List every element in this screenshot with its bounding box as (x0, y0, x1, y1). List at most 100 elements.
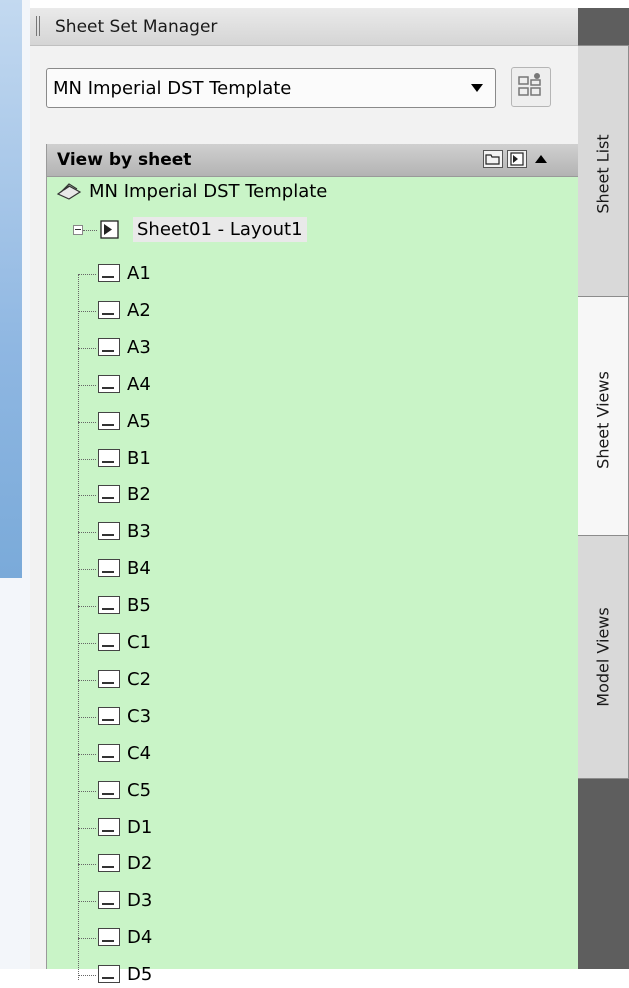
tree-connector (78, 310, 96, 312)
tree-view-label: C2 (127, 668, 152, 690)
sheet-set-icon (56, 183, 82, 200)
tree-connector (78, 901, 96, 903)
view-icon (98, 337, 120, 356)
view-icon (98, 780, 120, 799)
tree-connector (78, 716, 96, 718)
tree-connector (78, 643, 96, 644)
palette-title-bar[interactable]: Sheet Set Manager (30, 8, 578, 46)
tree-connector (78, 421, 96, 423)
tree-view-item[interactable]: B4 (78, 556, 378, 582)
sheet-tree-panel: View by sheet MN Imperial DST Template S… (46, 144, 579, 985)
tree-view-item[interactable]: D5 (78, 962, 378, 988)
tree-connector (78, 274, 96, 275)
background-left (0, 0, 30, 969)
sheet-icon (510, 152, 524, 166)
tree-view-label: B4 (127, 558, 151, 580)
view-icon (98, 559, 120, 578)
view-icon (98, 374, 120, 393)
view-icon (98, 411, 120, 430)
sheet-icon (100, 220, 119, 239)
chevron-down-icon (471, 84, 483, 92)
tree-connector (78, 679, 96, 681)
tree-view-label: A5 (127, 410, 151, 432)
tree-view-item[interactable]: B1 (78, 446, 378, 472)
tree-view-item[interactable]: B2 (78, 482, 378, 508)
view-icon (98, 300, 120, 319)
tree-view-item[interactable]: A3 (78, 335, 378, 361)
tab-model-views-label: Model Views (593, 607, 613, 707)
tree-connector (78, 569, 96, 571)
tree-connector (78, 938, 96, 940)
tree-connector (78, 864, 96, 866)
sheet-set-manager-palette: Sheet Set Manager MN Imperial DST Templa… (30, 8, 629, 985)
tree-view-item[interactable]: C5 (78, 778, 378, 804)
folder-icon (485, 154, 500, 165)
sheet-set-layout-button[interactable] (511, 67, 551, 107)
collapse-toggle-icon[interactable] (73, 225, 83, 235)
tree-view-item[interactable]: C1 (78, 630, 378, 656)
tab-sheet-list-label: Sheet List (593, 134, 613, 214)
tree-view-label: A4 (127, 373, 151, 395)
tree-view-label: B2 (127, 484, 151, 506)
sheet-set-dropdown[interactable]: MN Imperial DST Template (46, 68, 496, 108)
view-icon (98, 633, 120, 651)
tree-view-item[interactable]: D1 (78, 815, 378, 841)
tree-connector (78, 790, 96, 792)
tree-view-label: B1 (127, 447, 151, 469)
open-folder-button[interactable] (483, 150, 503, 168)
tree-view-item[interactable]: C2 (78, 667, 378, 693)
sheet-button[interactable] (507, 150, 527, 168)
tree-view-item[interactable]: C3 (78, 704, 378, 730)
tree-view-item[interactable]: D3 (78, 888, 378, 914)
view-icon (98, 817, 120, 836)
view-icon (98, 743, 120, 762)
tree-view-item[interactable]: B5 (78, 593, 378, 619)
tree-view-label: C3 (127, 705, 152, 727)
tree-view-item[interactable]: D2 (78, 851, 378, 877)
tree-view-item[interactable]: A2 (78, 298, 378, 324)
tree-connector (78, 495, 96, 497)
tab-sheet-views[interactable]: Sheet Views (578, 296, 629, 544)
tree-connector (78, 827, 96, 829)
tree-view-item[interactable]: A1 (78, 261, 378, 287)
tree-view-item[interactable]: A4 (78, 372, 378, 398)
tree-view-label: D4 (127, 927, 153, 949)
view-header: View by sheet (47, 144, 579, 177)
view-icon (98, 596, 120, 615)
tree-view-label: A3 (127, 336, 151, 358)
drag-grip-icon[interactable] (36, 16, 41, 36)
tree-connector (78, 606, 96, 608)
tree-view-item[interactable]: A5 (78, 409, 378, 435)
tree-view-item[interactable]: B3 (78, 519, 378, 545)
tree-view-label: D3 (127, 890, 153, 912)
view-by-label: View by sheet (57, 150, 192, 170)
tree-connector (78, 347, 96, 349)
palette-tab-strip: Sheet List Sheet Views Model Views (578, 8, 629, 969)
tree-connector (78, 975, 96, 977)
view-icon (98, 485, 120, 504)
tree-view-label: D2 (127, 853, 153, 875)
layout-grid-icon (518, 73, 541, 96)
tree-connector (78, 753, 96, 755)
tree-connector (78, 532, 96, 534)
tree-view-label: C5 (127, 779, 152, 801)
tree-view-item[interactable]: D4 (78, 925, 378, 951)
view-icon (98, 522, 120, 541)
collapse-up-icon[interactable] (535, 155, 547, 163)
tab-sheet-views-label: Sheet Views (593, 371, 613, 469)
view-icon (98, 706, 120, 725)
tab-sheet-list[interactable]: Sheet List (578, 45, 629, 303)
view-icon (98, 928, 120, 947)
tree-view-label: A1 (127, 263, 151, 284)
tab-model-views[interactable]: Model Views (578, 535, 629, 779)
sheet-set-dropdown-value: MN Imperial DST Template (53, 78, 292, 99)
tree-connector (78, 384, 96, 386)
tree-view-item[interactable]: C4 (78, 741, 378, 767)
palette-title: Sheet Set Manager (55, 17, 218, 37)
tree-view-label: C1 (127, 632, 152, 653)
tree-root-label: MN Imperial DST Template (89, 181, 328, 202)
view-icon (98, 669, 120, 688)
tree-view-label: D1 (127, 816, 153, 838)
tree-connector (83, 230, 97, 231)
tree-connector (78, 458, 96, 460)
